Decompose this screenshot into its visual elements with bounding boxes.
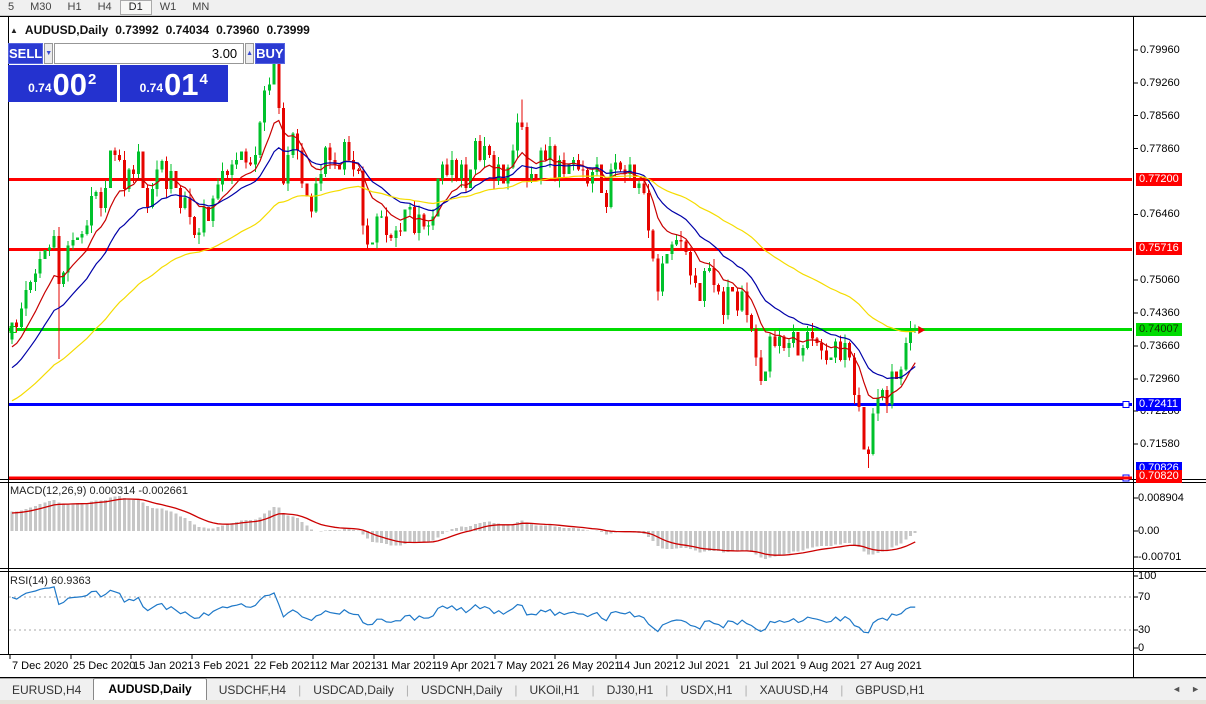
- current-price-marker: [918, 326, 925, 334]
- tab-eurusd-h4[interactable]: EURUSD,H4: [0, 680, 93, 701]
- price-tick-label: 0.79260: [1140, 77, 1180, 89]
- chevron-up-icon: ▲: [246, 50, 253, 57]
- ohlc-open: 0.73992: [115, 23, 158, 37]
- macd-indicator-label: MACD(12,26,9) 0.000314 -0.002661: [10, 485, 188, 497]
- chart-title: ▲ AUDUSD,Daily 0.73992 0.74034 0.73960 0…: [10, 23, 310, 37]
- symbol-expand-icon[interactable]: ▲: [10, 26, 18, 35]
- ohlc-low: 0.73960: [216, 23, 259, 37]
- sell-price-prefix: 0.74: [28, 81, 51, 95]
- price-tick-label: 0.76460: [1140, 208, 1180, 220]
- level-price-label: 0.74007: [1136, 323, 1182, 336]
- tab-dj30-h1[interactable]: DJ30,H1: [595, 680, 666, 701]
- sell-button[interactable]: SELL: [8, 43, 43, 64]
- macd-axis-label: 0.008904: [1138, 492, 1184, 504]
- price-tick-label: 0.74360: [1140, 307, 1180, 319]
- one-click-trading-panel: SELL ▼ ▲ BUY 0.74 00 2 0.74 01: [8, 43, 228, 102]
- level-price-label: 0.70820: [1136, 470, 1182, 483]
- tab-usdcad-daily[interactable]: USDCAD,Daily: [301, 680, 406, 701]
- tab-usdchf-h4[interactable]: USDCHF,H4: [207, 680, 298, 701]
- volume-decrease-button[interactable]: ▼: [44, 43, 53, 64]
- ohlc-close: 0.73999: [266, 23, 309, 37]
- tab-xauusd-h4[interactable]: XAUUSD,H4: [748, 680, 841, 701]
- timeframe-button-d1[interactable]: D1: [120, 0, 152, 15]
- date-tick-label: 7 May 2021: [497, 660, 554, 672]
- tab-usdcnh-daily[interactable]: USDCNH,Daily: [409, 680, 514, 701]
- sell-price-button[interactable]: 0.74 00 2: [8, 65, 117, 102]
- rsi-axis-label: 100: [1138, 570, 1156, 582]
- price-tick-label: 0.71580: [1140, 438, 1180, 450]
- timeframe-button-m30[interactable]: M30: [22, 0, 59, 15]
- level-price-label: 0.75716: [1136, 242, 1182, 255]
- tabs-scroll-right-icon[interactable]: ►: [1191, 684, 1200, 694]
- timeframe-button-h4[interactable]: H4: [90, 0, 120, 15]
- symbol-label: AUDUSD,Daily: [25, 23, 108, 37]
- tabs-scroll-left-icon[interactable]: ◄: [1172, 684, 1181, 694]
- ohlc-high: 0.74034: [166, 23, 209, 37]
- date-tick-label: 7 Dec 2020: [12, 660, 68, 672]
- date-tick-label: 27 Aug 2021: [860, 660, 922, 672]
- sell-price-pip: 2: [88, 71, 96, 88]
- price-tick-label: 0.79960: [1140, 44, 1180, 56]
- level-price-label: 0.72411: [1136, 398, 1181, 411]
- rsi-line: [12, 587, 915, 633]
- chart-canvas[interactable]: [0, 16, 1206, 678]
- date-tick-label: 19 Apr 2021: [436, 660, 495, 672]
- price-tick-label: 0.77860: [1140, 143, 1180, 155]
- price-tick-label: 0.78560: [1140, 110, 1180, 122]
- tab-audusd-daily[interactable]: AUDUSD,Daily: [93, 678, 206, 701]
- level-price-label: 0.77200: [1136, 173, 1182, 186]
- price-tick-label: 0.72960: [1140, 373, 1180, 385]
- rsi-axis-label: 30: [1138, 624, 1150, 636]
- buy-price-pip: 4: [200, 71, 208, 88]
- date-tick-label: 31 Mar 2021: [376, 660, 438, 672]
- date-tick-label: 15 Jan 2021: [133, 660, 194, 672]
- rsi-axis-label: 0: [1138, 642, 1144, 654]
- tab-ukoil-h1[interactable]: UKOil,H1: [517, 680, 591, 701]
- date-tick-label: 25 Dec 2020: [73, 660, 135, 672]
- macd-histogram: [12, 496, 915, 559]
- buy-button[interactable]: BUY: [255, 43, 284, 64]
- mt4-window: { "toolbar": {"timeframes": ["5","M30","…: [0, 0, 1206, 704]
- buy-price-button[interactable]: 0.74 01 4: [120, 65, 229, 102]
- rsi-axis-label: 70: [1138, 591, 1150, 603]
- macd-axis-label: -0.00701: [1138, 551, 1181, 563]
- timeframe-button-5[interactable]: 5: [0, 0, 22, 15]
- date-tick-label: 22 Feb 2021: [254, 660, 316, 672]
- timeframe-toolbar: 5M30H1H4D1W1MN: [0, 0, 1206, 16]
- buy-price-big: 01: [164, 70, 198, 100]
- date-tick-label: 12 Mar 2021: [315, 660, 377, 672]
- date-tick-label: 9 Aug 2021: [800, 660, 856, 672]
- tab-usdx-h1[interactable]: USDX,H1: [668, 680, 744, 701]
- volume-increase-button[interactable]: ▲: [245, 43, 254, 64]
- price-tick-label: 0.73660: [1140, 340, 1180, 352]
- chart-tabs-bar: EURUSD,H4AUDUSD,DailyUSDCHF,H4|USDCAD,Da…: [0, 678, 1206, 701]
- tab-gbpusd-h1[interactable]: GBPUSD,H1: [843, 680, 936, 701]
- rsi-indicator-label: RSI(14) 60.9363: [10, 575, 91, 587]
- date-tick-label: 21 Jul 2021: [739, 660, 796, 672]
- chart-window: ▲ AUDUSD,Daily 0.73992 0.74034 0.73960 0…: [0, 16, 1206, 678]
- volume-input[interactable]: [54, 43, 244, 64]
- timeframe-button-w1[interactable]: W1: [152, 0, 185, 15]
- date-tick-label: 14 Jun 2021: [618, 660, 679, 672]
- price-tick-label: 0.75060: [1140, 274, 1180, 286]
- sell-price-big: 00: [53, 70, 87, 100]
- timeframe-button-h1[interactable]: H1: [60, 0, 90, 15]
- chevron-down-icon: ▼: [45, 50, 52, 57]
- date-tick-label: 3 Feb 2021: [194, 660, 250, 672]
- macd-axis-label: 0.00: [1138, 525, 1159, 537]
- status-strip: [0, 700, 1206, 704]
- date-tick-label: 26 May 2021: [557, 660, 621, 672]
- timeframe-button-mn[interactable]: MN: [184, 0, 217, 15]
- date-tick-label: 2 Jul 2021: [679, 660, 730, 672]
- buy-price-prefix: 0.74: [140, 81, 163, 95]
